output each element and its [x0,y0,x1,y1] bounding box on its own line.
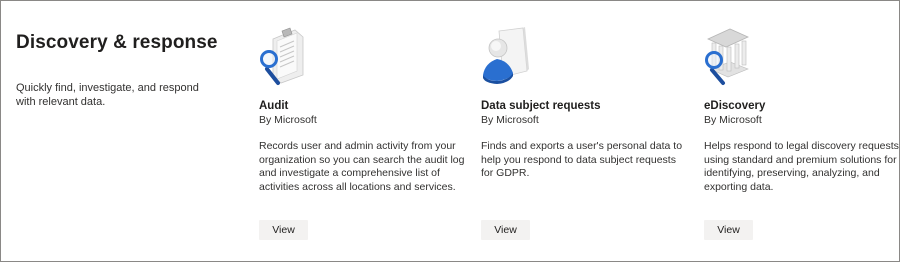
card-publisher: By Microsoft [481,114,539,126]
card-data-subject-requests: Data subject requests By Microsoft Finds… [481,1,696,261]
data-subject-requests-view-button[interactable]: View [481,220,530,240]
card-description: Helps respond to legal discovery request… [704,140,899,193]
data-subject-person-document-icon [481,25,537,87]
section-description: Quickly find, investigate, and respond w… [16,82,199,108]
ediscovery-courthouse-magnifier-icon [704,25,760,87]
audit-view-button[interactable]: View [259,220,308,240]
card-title: Data subject requests [481,100,601,112]
section-title: Discovery & response [16,32,218,53]
audit-magnifier-document-icon [259,25,315,87]
card-description: Finds and exports a user's personal data… [481,140,683,179]
card-title: Audit [259,100,289,112]
card-publisher: By Microsoft [704,114,762,126]
discovery-response-panel: Discovery & response Quickly find, inves… [0,0,900,262]
ediscovery-view-button[interactable]: View [704,220,753,240]
card-ediscovery: eDiscovery By Microsoft Helps respond to… [704,1,900,261]
card-publisher: By Microsoft [259,114,317,126]
card-audit: Audit By Microsoft Records user and admi… [259,1,474,261]
card-title: eDiscovery [704,100,766,112]
card-description: Records user and admin activity from you… [259,140,465,193]
